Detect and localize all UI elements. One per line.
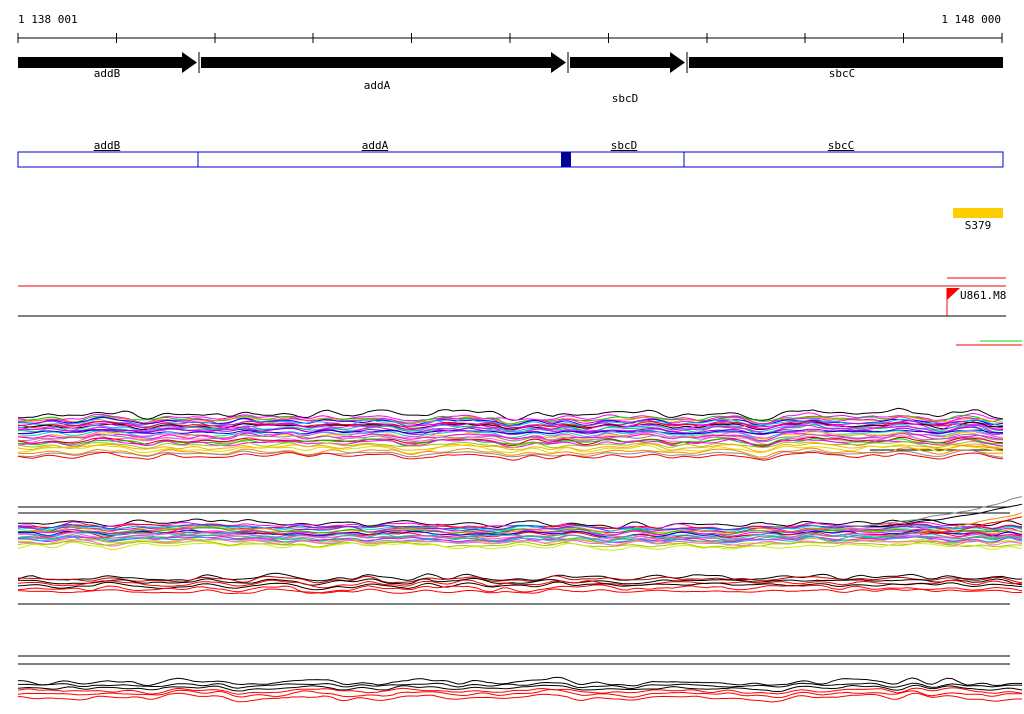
coverage-panel-4-series-5 — [17, 692, 1022, 703]
gene-arrow-body-sbcD[interactable] — [570, 57, 670, 68]
marker-u861-flag[interactable] — [947, 288, 960, 300]
gene-label-addB: addB — [93, 67, 121, 80]
feature-bar-solid-block[interactable] — [561, 152, 571, 167]
ruler-start-coordinate: 1 138 001 — [18, 13, 78, 26]
gene-label-sbcC: sbcC — [828, 67, 856, 80]
marker-s379-label: S379 — [964, 219, 992, 232]
gene-arrow-head-addB[interactable] — [182, 52, 197, 73]
marker-s379-box[interactable] — [953, 208, 1003, 218]
feature-bar-label-sbcC: sbcC — [827, 139, 855, 152]
browser-canvas — [17, 33, 1023, 703]
feature-bar-label-sbcD: sbcD — [610, 139, 638, 152]
coverage-panel-4-series-0 — [17, 676, 1023, 687]
gene-label-addA: addA — [363, 79, 391, 92]
gene-label-sbcD: sbcD — [611, 92, 639, 105]
genome-browser-view: 1 138 001 1 148 000 addB addA sbcD sbcC … — [0, 0, 1024, 714]
gene-arrow-head-sbcD[interactable] — [670, 52, 685, 73]
gene-arrow-head-addA[interactable] — [551, 52, 566, 73]
marker-u861-label: U861.M8 — [960, 289, 1007, 302]
ruler-end-coordinate: 1 148 000 — [941, 13, 1001, 26]
feature-bar[interactable] — [17, 151, 1004, 168]
gene-arrow-body-addA[interactable] — [201, 57, 551, 68]
feature-bar-label-addA: addA — [361, 139, 389, 152]
feature-bar-label-addB: addB — [93, 139, 121, 152]
